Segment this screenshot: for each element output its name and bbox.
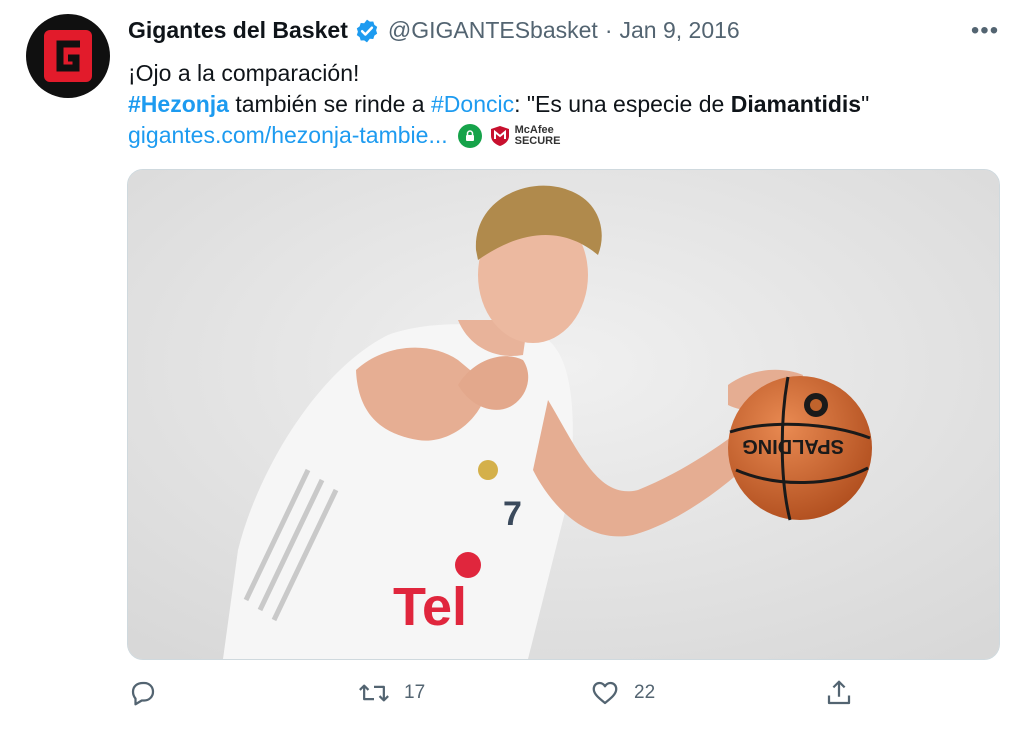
- tweet-text-segment: : "Es una especie de: [514, 91, 731, 117]
- like-count: 22: [634, 682, 656, 703]
- player-photo: 7 Tel SPALDING: [128, 170, 999, 659]
- bold-text-diamantidis: Diamantidis: [730, 91, 862, 117]
- article-link[interactable]: gigantes.com/hezonja-tambie...: [128, 122, 448, 149]
- retweet-button[interactable]: 17: [358, 678, 425, 708]
- mcafee-secure-label: SECURE: [514, 134, 561, 147]
- tweet-link-line: gigantes.com/hezonja-tambie... McAfee SEC…: [128, 122, 560, 149]
- share-icon: [827, 680, 851, 705]
- verified-badge-icon: [354, 18, 380, 44]
- tweet-image[interactable]: 7 Tel SPALDING: [127, 169, 1000, 660]
- more-icon[interactable]: •••: [966, 17, 1004, 44]
- separator-dot: ·: [604, 17, 613, 43]
- tweet-text-line-1: ¡Ojo a la comparación!: [128, 60, 360, 86]
- reply-icon: [131, 681, 155, 706]
- tweet-text-segment: también se rinde a: [228, 91, 431, 117]
- reply-button[interactable]: [128, 678, 172, 708]
- heart-icon: [592, 681, 618, 705]
- tweet-header: Gigantes del Basket @GIGANTESbasket · Ja…: [128, 17, 740, 44]
- mcafee-secure-badge: McAfee SECURE: [488, 124, 561, 148]
- retweet-count: 17: [404, 682, 426, 703]
- gigantes-logo-icon: [44, 30, 92, 82]
- tweet-text-line-2: #Hezonja también se rinde a #Doncic: "Es…: [128, 91, 869, 118]
- share-button[interactable]: [824, 678, 854, 708]
- mcafee-shield-icon: [490, 125, 509, 146]
- ball-brand: SPALDING: [742, 435, 844, 457]
- jersey-number: 7: [503, 495, 522, 533]
- tweet-actions-bar: 17 22: [128, 678, 858, 712]
- tweet-date[interactable]: Jan 9, 2016: [620, 17, 740, 44]
- hashtag-doncic[interactable]: #Doncic: [431, 91, 514, 117]
- avatar[interactable]: [26, 14, 110, 98]
- author-name[interactable]: Gigantes del Basket: [128, 17, 348, 44]
- jersey-sponsor: Tel: [393, 577, 467, 637]
- author-handle[interactable]: @GIGANTESbasket: [388, 17, 598, 44]
- tweet-text-segment: ": [861, 91, 870, 117]
- hashtag-hezonja[interactable]: #Hezonja: [128, 91, 229, 117]
- retweet-icon: [359, 684, 389, 702]
- like-button[interactable]: 22: [590, 678, 655, 708]
- lock-icon: [457, 123, 482, 148]
